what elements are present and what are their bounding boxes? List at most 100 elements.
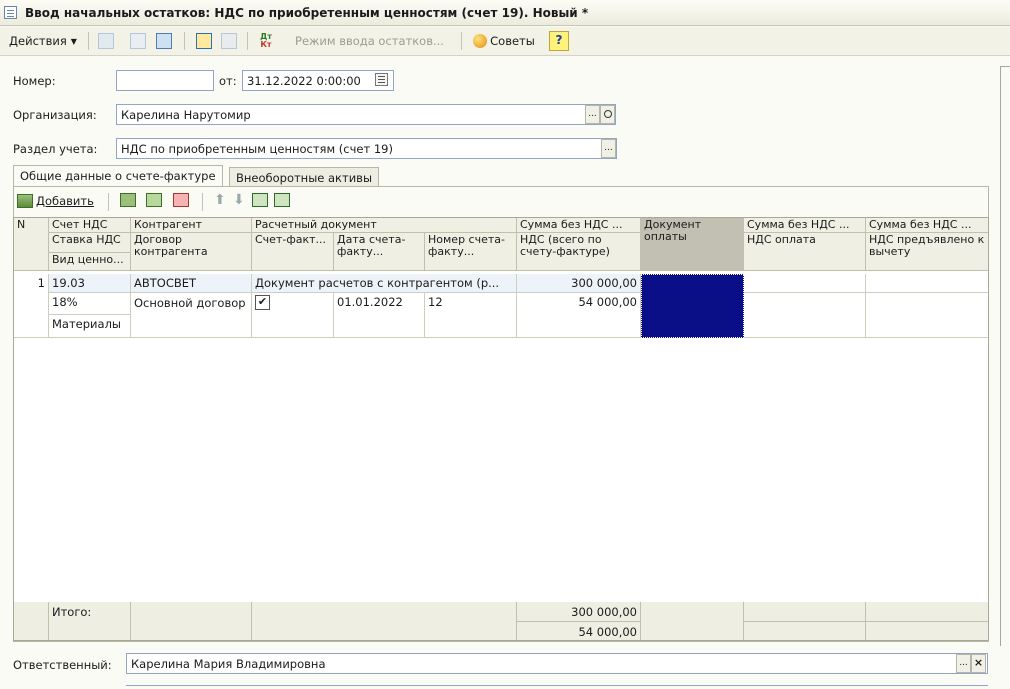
tips-icon: [473, 34, 488, 48]
responsible-select-button[interactable]: ...: [956, 654, 971, 673]
add-row-icon: [17, 194, 33, 208]
totals-empty: [744, 622, 866, 640]
section-value: НДС по приобретенным ценностям (счет 19): [121, 142, 393, 156]
add-label: Добавить: [36, 194, 94, 208]
cell-account[interactable]: 19.03: [49, 274, 131, 293]
invoice-checkbox[interactable]: ✔: [255, 295, 270, 310]
move-down-icon[interactable]: ⬇: [233, 192, 245, 208]
row-number[interactable]: 1: [14, 274, 49, 338]
section-field[interactable]: НДС по приобретенным ценностям (счет 19): [116, 138, 617, 159]
dt-kt-icon[interactable]: Дт Кт: [255, 30, 277, 52]
tab-fixed-assets[interactable]: Внеоборотные активы: [229, 167, 380, 187]
tab-general[interactable]: Общие данные о счете-фактуре: [13, 165, 223, 187]
cell-rate[interactable]: 18%: [49, 293, 131, 315]
comment-field[interactable]: [126, 685, 988, 689]
number-label: Номер:: [13, 74, 56, 88]
col-rate[interactable]: Ставка НДС: [49, 233, 131, 253]
section-select-button[interactable]: ...: [601, 139, 616, 158]
cell-invoice[interactable]: ✔: [252, 293, 334, 338]
kt-label: Кт: [260, 40, 272, 49]
col-n[interactable]: N: [14, 218, 49, 271]
dropdown-arrow-icon: ▼: [70, 36, 77, 46]
totals-empty: [131, 602, 252, 640]
calendar-icon[interactable]: [375, 73, 388, 86]
input-mode-button[interactable]: Режим ввода остатков...: [287, 30, 452, 52]
help-button[interactable]: ?: [548, 30, 570, 52]
totals-empty: [866, 602, 988, 622]
search-icon[interactable]: [600, 105, 615, 124]
section-label: Раздел учета:: [13, 142, 98, 156]
col-vat-total[interactable]: НДС (всего по счету-фактуре): [517, 233, 641, 271]
actions-menu-button[interactable]: Действия ▼: [3, 30, 83, 52]
col-account[interactable]: Счет НДС: [49, 218, 131, 233]
col-payment-doc[interactable]: Документ оплаты: [641, 218, 744, 271]
copy-icon[interactable]: [127, 30, 149, 52]
col-vat-deduct[interactable]: НДС предъявлено к вычету: [866, 233, 988, 271]
add-button[interactable]: Добавить: [17, 191, 97, 211]
date-label: от:: [219, 74, 237, 88]
totals-vat: 54 000,00: [517, 622, 641, 640]
organization-select-button[interactable]: ...: [585, 105, 600, 124]
col-invoice-date[interactable]: Дата счета-факту...: [334, 233, 425, 271]
date-field[interactable]: 31.12.2022 0:00:00: [242, 70, 394, 91]
help-icon: ?: [549, 31, 569, 51]
responsible-value: Карелина Мария Владимировна: [131, 657, 326, 671]
input-mode-label: Режим ввода остатков...: [295, 34, 444, 48]
post-icon[interactable]: [193, 30, 215, 52]
refresh-icon[interactable]: [153, 30, 175, 52]
cell-contract[interactable]: Основной договор: [131, 293, 252, 338]
col-vat-payment[interactable]: НДС оплата: [744, 233, 866, 271]
totals-sum-no-vat: 300 000,00: [517, 602, 641, 622]
tips-button[interactable]: Советы: [468, 30, 540, 52]
sort-asc-icon[interactable]: [252, 193, 268, 207]
delete-row-icon[interactable]: [173, 193, 189, 207]
col-valuable-type[interactable]: Вид ценно...: [49, 253, 131, 271]
cell-settlement-doc[interactable]: Документ расчетов с контрагентом (р...: [252, 274, 517, 293]
organization-field[interactable]: Карелина Нарутомир: [116, 104, 616, 125]
col-settlement-doc[interactable]: Расчетный документ: [252, 218, 517, 233]
cell-vat-total[interactable]: 54 000,00: [517, 293, 641, 338]
col-sum-no-vat[interactable]: Сумма без НДС ...: [517, 218, 641, 233]
tips-label: Советы: [490, 34, 535, 48]
window-title: Ввод начальных остатков: НДС по приобрет…: [25, 6, 589, 20]
totals-empty: [866, 622, 988, 640]
col-sum-no-vat-2[interactable]: Сумма без НДС ...: [744, 218, 866, 233]
col-invoice[interactable]: Счет-факт...: [252, 233, 334, 271]
actions-label: Действия: [9, 34, 67, 48]
responsible-label: Ответственный:: [13, 658, 112, 672]
unpost-icon[interactable]: [218, 30, 240, 52]
totals-empty: [252, 602, 517, 640]
clear-icon[interactable]: ×: [971, 654, 986, 673]
cell-sum-no-vat-2[interactable]: [744, 274, 866, 293]
responsible-field[interactable]: Карелина Мария Владимировна: [126, 653, 988, 674]
sort-desc-icon[interactable]: [274, 193, 290, 207]
document-table[interactable]: N Счет НДС Контрагент Расчетный документ…: [13, 217, 989, 641]
cell-sum-no-vat[interactable]: 300 000,00: [517, 274, 641, 293]
col-counterparty[interactable]: Контрагент: [131, 218, 252, 233]
cell-invoice-number[interactable]: 12: [425, 293, 517, 338]
col-sum-no-vat-3[interactable]: Сумма без НДС ...: [866, 218, 988, 233]
toolbar: Действия ▼ Дт Кт Режим ввода остатков...…: [0, 27, 1010, 56]
copy-row-icon[interactable]: [120, 193, 136, 207]
cell-invoice-date[interactable]: 01.01.2022: [334, 293, 425, 338]
edit-row-icon[interactable]: [146, 193, 162, 207]
totals-label: Итого:: [49, 602, 131, 640]
side-panel: [1000, 66, 1010, 646]
back-icon[interactable]: [95, 30, 117, 52]
move-up-icon[interactable]: ⬆: [214, 192, 226, 208]
number-field[interactable]: [116, 70, 214, 91]
cell-vat-payment[interactable]: [744, 293, 866, 338]
cell-vat-deduct[interactable]: [866, 293, 988, 338]
col-invoice-number[interactable]: Номер счета-факту...: [425, 233, 517, 271]
title-bar: Ввод начальных остатков: НДС по приобрет…: [0, 0, 1010, 26]
cell-payment-doc[interactable]: [641, 274, 744, 338]
organization-value: Карелина Нарутомир: [121, 108, 251, 122]
cell-valuable-type[interactable]: Материалы: [49, 315, 131, 338]
cell-counterparty[interactable]: АВТОСВЕТ: [131, 274, 252, 293]
totals-empty: [744, 602, 866, 622]
col-contract[interactable]: Договор контрагента: [131, 233, 252, 271]
totals-empty: [641, 602, 744, 640]
totals-n: [14, 602, 49, 640]
cell-sum-no-vat-3[interactable]: [866, 274, 988, 293]
form-icon: [4, 6, 17, 19]
